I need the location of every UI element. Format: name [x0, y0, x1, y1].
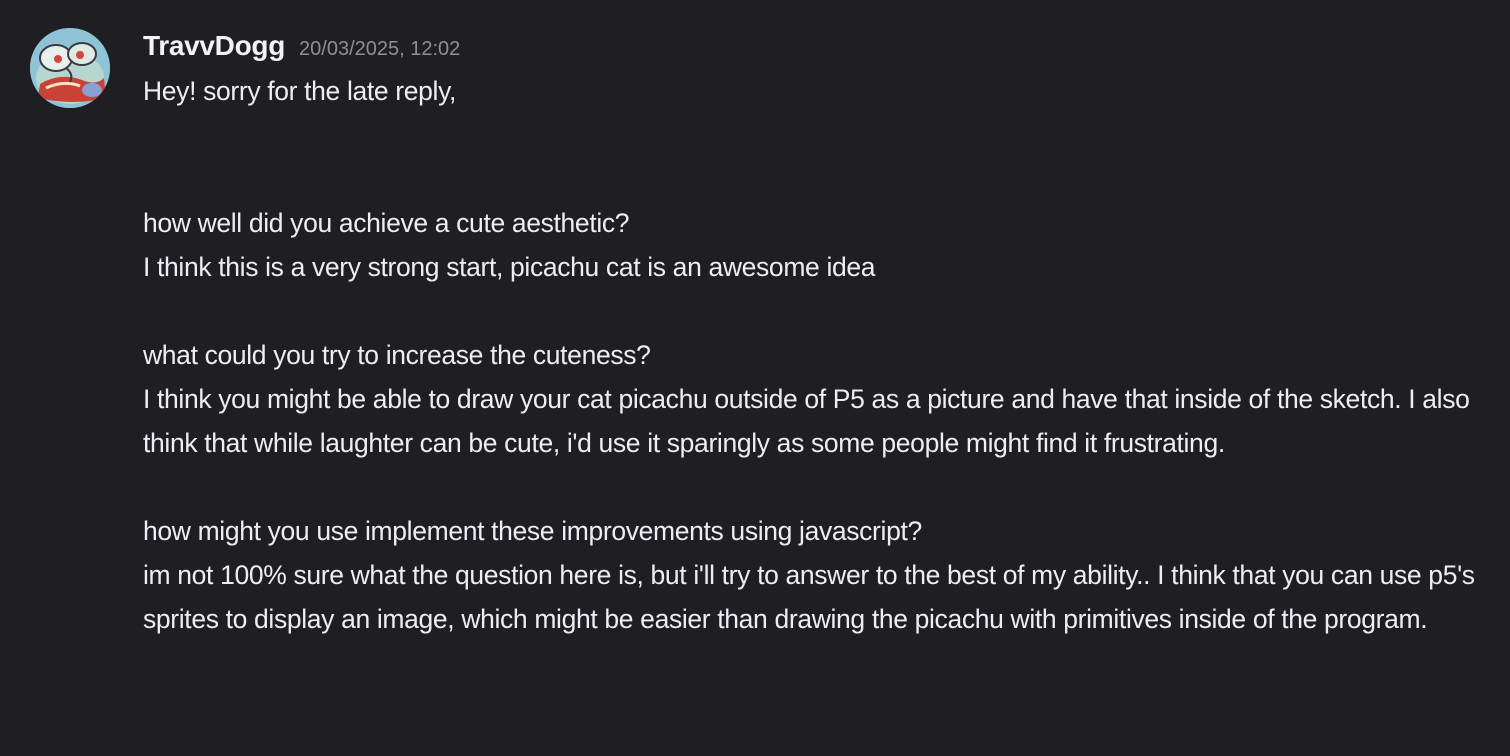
message-line: how might you use implement these improv…	[143, 516, 922, 546]
message-line: what could you try to increase the cuten…	[143, 340, 651, 370]
blank-lines	[143, 113, 1503, 201]
user-avatar-icon	[30, 28, 110, 108]
message-line: I think this is a very strong start, pic…	[143, 252, 876, 282]
username[interactable]: TravvDogg	[143, 30, 285, 62]
message-line: Hey! sorry for the late reply,	[143, 76, 457, 106]
message-header: TravvDogg 20/03/2025, 12:02	[143, 30, 460, 66]
avatar[interactable]	[30, 28, 110, 108]
message-line: I think you might be able to draw your c…	[143, 384, 1477, 458]
message-line: im not 100% sure what the question here …	[143, 560, 1482, 634]
message-content: Hey! sorry for the late reply, how well …	[143, 69, 1503, 641]
message-timestamp[interactable]: 20/03/2025, 12:02	[299, 38, 460, 61]
chat-message: TravvDogg 20/03/2025, 12:02 Hey! sorry f…	[0, 0, 1510, 756]
message-line: how well did you achieve a cute aestheti…	[143, 208, 630, 238]
